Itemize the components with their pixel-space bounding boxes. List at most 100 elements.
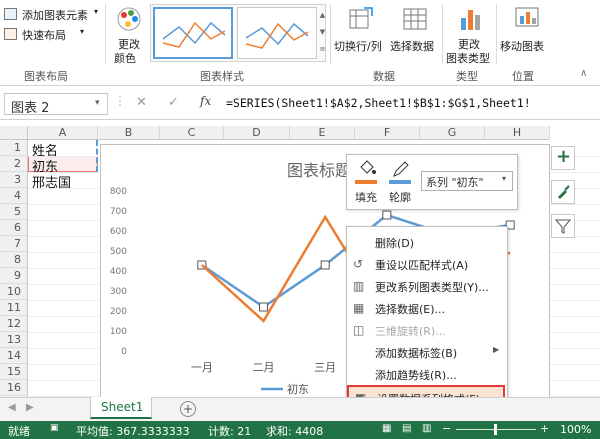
- sheet-tab-bar: ◀ ▶ Sheet1 +: [0, 397, 600, 421]
- cell-a3[interactable]: 邢志国: [28, 172, 98, 191]
- row-header[interactable]: 16: [0, 380, 28, 396]
- insert-function-icon[interactable]: fx: [200, 94, 211, 108]
- data-point-handle[interactable]: [320, 260, 330, 270]
- page-layout-view-icon[interactable]: ▤: [402, 423, 411, 434]
- row-header[interactable]: 6: [0, 220, 28, 236]
- change-chart-type-button[interactable]: 更改 图表类型: [446, 4, 492, 65]
- y-tick-label: 0: [121, 347, 127, 357]
- page-break-view-icon[interactable]: ▥: [422, 423, 431, 434]
- zoom-level[interactable]: 100%: [560, 423, 591, 436]
- chevron-down-icon: ▾: [502, 174, 507, 183]
- change-colors-button[interactable]: 更改 颜色: [110, 4, 148, 65]
- data-point-handle[interactable]: [382, 210, 392, 220]
- enter-icon[interactable]: ✓: [168, 95, 179, 110]
- context-menu-item[interactable]: ▥ 更改系列图表类型(Y)...: [347, 275, 507, 297]
- status-bar: 就绪 ▣ 平均值: 367.3333333 计数: 21 求和: 4408 ▦ …: [0, 421, 600, 439]
- row-header[interactable]: 3: [0, 172, 28, 188]
- column-header-d[interactable]: D: [224, 126, 290, 140]
- collapse-ribbon-icon[interactable]: ∧: [580, 68, 587, 79]
- row-header[interactable]: 12: [0, 316, 28, 332]
- fill-color-swatch: [355, 180, 377, 184]
- row-header[interactable]: 2: [0, 156, 28, 172]
- context-menu-item[interactable]: 添加趋势线(R)...: [347, 363, 507, 385]
- context-menu-item-label: 删除(D): [375, 237, 415, 250]
- context-menu-item-label: 三维旋转(R)...: [375, 325, 446, 338]
- legend-entry[interactable]: 初东: [287, 382, 309, 396]
- row-header[interactable]: 13: [0, 332, 28, 348]
- context-menu-item[interactable]: ▦ 选择数据(E)...: [347, 297, 507, 319]
- scroll-right-icon[interactable]: ▶: [26, 402, 34, 413]
- cell-a1[interactable]: 姓名: [28, 140, 98, 159]
- row-header[interactable]: 15: [0, 364, 28, 380]
- ribbon: 添加图表元素 ▾ 快速布局 ▾ 更改 颜色 ▲ ▼ ≡ 切换行/列 选择数据 更…: [0, 0, 600, 86]
- row-header[interactable]: 1: [0, 140, 28, 156]
- context-menu: 删除(D) ↺ 重设以匹配样式(A) ▥ 更改系列图表类型(Y)... ▦ 选择数据(E).…: [346, 226, 508, 408]
- chevron-down-icon: ▾: [80, 27, 85, 36]
- gallery-scroll[interactable]: ▲ ▼ ≡: [319, 7, 326, 59]
- status-average: 平均值: 367.3333333: [76, 425, 190, 438]
- select-data-button[interactable]: 选择数据: [390, 4, 438, 60]
- column-header-f[interactable]: F: [355, 126, 420, 140]
- chart-style-thumbnail[interactable]: [237, 7, 317, 59]
- add-sheet-button[interactable]: +: [180, 401, 196, 417]
- cancel-icon[interactable]: ✕: [136, 95, 147, 110]
- cell-a2[interactable]: 初东: [28, 156, 98, 175]
- name-box[interactable]: 图表 2 ▾: [4, 93, 108, 116]
- column-header-e[interactable]: E: [290, 126, 355, 140]
- context-menu-item[interactable]: ↺ 重设以匹配样式(A): [347, 253, 507, 275]
- add-chart-element-button[interactable]: 添加图表元素 ▾: [4, 6, 104, 24]
- quick-layout-button[interactable]: 快速布局 ▾: [4, 26, 104, 44]
- chart-style-preview-icon: [245, 22, 309, 49]
- context-menu-item-label: 重设以匹配样式(A): [375, 259, 469, 272]
- sheet-tab-sheet1[interactable]: Sheet1: [90, 397, 152, 419]
- move-chart-button[interactable]: 移动图表: [500, 4, 550, 60]
- switch-row-column-button[interactable]: 切换行/列: [334, 4, 388, 60]
- column-header-g[interactable]: G: [420, 126, 485, 140]
- normal-view-icon[interactable]: ▦: [382, 423, 391, 434]
- row-header[interactable]: 9: [0, 268, 28, 284]
- formula-input[interactable]: =SERIES(Sheet1!$A$2,Sheet1!$B$1:$G$1,She…: [222, 93, 598, 115]
- zoom-out-icon[interactable]: −: [442, 422, 451, 435]
- series-dropdown-value: 系列 "初东": [426, 176, 484, 189]
- vertical-dots-icon: ⋮: [114, 94, 126, 108]
- group-label-chart-styles: 图表样式: [200, 70, 244, 83]
- filter-icon: [555, 219, 571, 234]
- select-data-icon: ▦: [353, 301, 365, 315]
- chart-styles-button[interactable]: [551, 180, 575, 204]
- select-all-corner[interactable]: [0, 126, 28, 140]
- row-header[interactable]: 8: [0, 252, 28, 268]
- chart-elements-button[interactable]: +: [551, 146, 575, 170]
- row-header[interactable]: 14: [0, 348, 28, 364]
- macro-record-icon[interactable]: ▣: [50, 423, 59, 433]
- zoom-slider-thumb[interactable]: [494, 424, 497, 435]
- scroll-left-icon[interactable]: ◀: [8, 402, 16, 413]
- row-header[interactable]: 5: [0, 204, 28, 220]
- y-tick-label: 600: [110, 227, 127, 237]
- outline-button[interactable]: 轮廓: [385, 159, 419, 205]
- chart-filters-button[interactable]: [551, 214, 575, 238]
- row-header[interactable]: 4: [0, 188, 28, 204]
- sheet-tab-label: Sheet1: [101, 400, 144, 414]
- series-dropdown[interactable]: 系列 "初东" ▾: [421, 171, 513, 191]
- context-menu-item[interactable]: ◫ 三维旋转(R)...: [347, 319, 507, 341]
- context-menu-item[interactable]: 添加数据标签(B) ▶: [347, 341, 507, 363]
- row-header[interactable]: 11: [0, 300, 28, 316]
- context-menu-item-label: 更改系列图表类型(Y)...: [375, 281, 489, 294]
- row-header[interactable]: 7: [0, 236, 28, 252]
- chart-style-thumbnail-selected[interactable]: [153, 7, 233, 59]
- plus-icon: +: [556, 146, 572, 167]
- fill-button[interactable]: 填充: [351, 159, 381, 205]
- row-header[interactable]: 10: [0, 284, 28, 300]
- context-menu-item-label: 添加数据标签(B): [375, 347, 458, 360]
- context-menu-item[interactable]: 删除(D): [347, 231, 507, 253]
- column-header-b[interactable]: B: [98, 126, 160, 140]
- zoom-in-icon[interactable]: +: [540, 422, 549, 435]
- column-header-h[interactable]: H: [485, 126, 550, 140]
- y-tick-label: 500: [110, 247, 127, 257]
- separator: [105, 4, 106, 64]
- status-sum: 求和: 4408: [266, 425, 324, 438]
- column-header-a[interactable]: A: [28, 126, 98, 140]
- column-header-c[interactable]: C: [160, 126, 224, 140]
- pen-icon: [393, 161, 409, 177]
- data-point-handle[interactable]: [259, 302, 268, 312]
